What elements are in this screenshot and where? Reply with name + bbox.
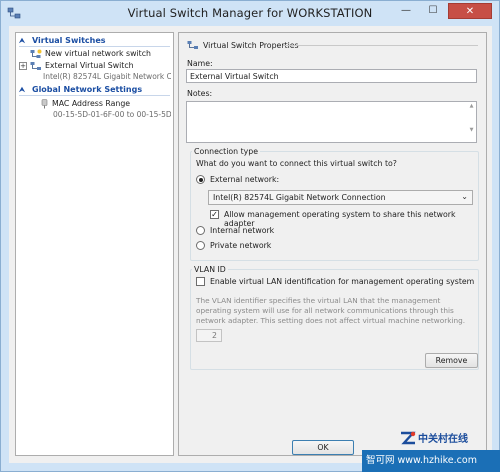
ok-button[interactable]: OK	[292, 440, 354, 455]
virtual-switches-header: Virtual Switches	[32, 36, 106, 45]
sidebar-item-mac-range[interactable]: MAC Address Range	[40, 98, 171, 109]
private-network-radio[interactable]	[196, 241, 205, 250]
adapter-selected-value: Intel(R) 82574L Gigabit Network Connecti…	[213, 193, 386, 202]
sidebar-item-new-switch[interactable]: New virtual network switch	[30, 48, 171, 59]
title-bar[interactable]: Virtual Switch Manager for WORKSTATION —…	[1, 1, 499, 26]
network-adapter-select[interactable]: Intel(R) 82574L Gigabit Network Connecti…	[208, 190, 473, 205]
mac-range-value: 00-15-5D-01-6F-00 to 00-15-5D-0...	[53, 110, 171, 119]
properties-pane: Virtual Switch Properties Name: External…	[178, 32, 487, 456]
vlan-description: The VLAN identifier specifies the virtua…	[196, 296, 466, 325]
name-label: Name:	[187, 59, 213, 68]
section-divider	[19, 46, 170, 47]
header-divider	[283, 45, 478, 46]
watermark-brand: 中关村在线	[418, 434, 468, 445]
mac-address-icon	[41, 98, 48, 108]
allow-management-checkbox[interactable]: ✓	[210, 210, 219, 219]
collapse-chevron-icon[interactable]: ⮝	[19, 86, 27, 94]
vlan-id-field[interactable]: 2	[196, 329, 222, 342]
window-frame: Virtual Switch Manager for WORKSTATION —…	[0, 0, 500, 472]
maximize-button[interactable]: ☐	[420, 3, 446, 19]
dialog-client-area: ⮝ Virtual Switches New virtual network s…	[9, 26, 492, 463]
external-switch-adapter: Intel(R) 82574L Gigabit Network C...	[43, 72, 171, 81]
network-switch-icon	[187, 41, 198, 49]
remove-button[interactable]: Remove	[425, 353, 478, 368]
collapse-chevron-icon[interactable]: ⮝	[19, 37, 27, 45]
close-button[interactable]: ✕	[448, 3, 492, 19]
notes-label: Notes:	[187, 89, 213, 98]
internal-network-radio[interactable]	[196, 226, 205, 235]
chevron-down-icon: ⌄	[461, 192, 468, 201]
section-global-network-settings[interactable]: ⮝ Global Network Settings	[19, 84, 142, 95]
mac-range-label: MAC Address Range	[52, 99, 131, 108]
properties-header: Virtual Switch Properties	[187, 40, 299, 50]
watermark-logo: 中关村在线	[400, 430, 468, 445]
new-switch-label: New virtual network switch	[45, 49, 151, 58]
private-network-label[interactable]: Private network	[210, 241, 271, 250]
name-field[interactable]: External Virtual Switch	[186, 69, 477, 83]
scroll-up-arrow-icon[interactable]: ▲	[468, 103, 475, 111]
minimize-button[interactable]: —	[393, 3, 419, 19]
connection-type-title: Connection type	[192, 147, 261, 156]
vlan-id-title: VLAN ID	[192, 265, 228, 274]
global-settings-header: Global Network Settings	[32, 85, 143, 94]
external-network-radio[interactable]	[196, 175, 205, 184]
enable-vlan-checkbox[interactable]	[196, 277, 205, 286]
sidebar-item-external-switch[interactable]: + External Virtual Switch	[19, 60, 171, 71]
navigation-pane: ⮝ Virtual Switches New virtual network s…	[15, 32, 174, 456]
watermark-site: 智可网 www.hzhike.com	[362, 450, 500, 472]
external-switch-label: External Virtual Switch	[45, 61, 134, 70]
connection-question: What do you want to connect this virtual…	[196, 159, 397, 168]
new-switch-icon	[30, 49, 42, 58]
scroll-down-arrow-icon[interactable]: ▼	[468, 127, 475, 135]
zol-logo-icon	[401, 431, 416, 444]
notes-scrollbar[interactable]: ▲ ▼	[468, 103, 475, 141]
section-virtual-switches[interactable]: ⮝ Virtual Switches	[19, 35, 106, 46]
enable-vlan-label[interactable]: Enable virtual LAN identification for ma…	[210, 277, 474, 286]
watermark: 中关村在线 智可网 www.hzhike.com	[362, 427, 500, 472]
internal-network-label[interactable]: Internal network	[210, 226, 274, 235]
external-network-label[interactable]: External network:	[210, 175, 279, 184]
network-switch-icon	[30, 61, 41, 70]
expand-icon[interactable]: +	[19, 61, 27, 70]
notes-field[interactable]: ▲ ▼	[186, 101, 477, 143]
section-divider	[19, 95, 170, 96]
